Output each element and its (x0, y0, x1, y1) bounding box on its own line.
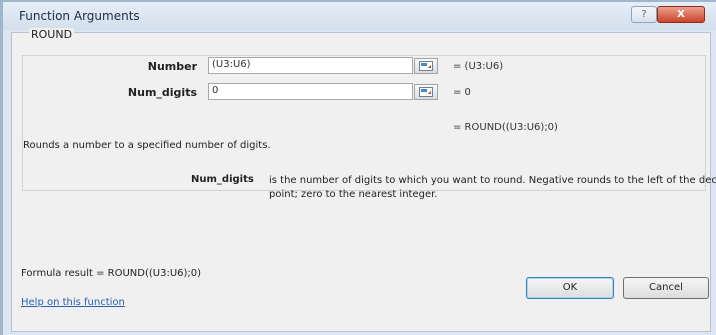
help-icon: ? (641, 9, 647, 20)
overall-result: = ROUND((U3:U6);0) (453, 122, 558, 133)
function-description: Rounds a number to a specified number of… (23, 140, 271, 151)
number-input[interactable]: (U3:U6) (208, 57, 413, 74)
help-button[interactable]: ? (631, 6, 657, 23)
collapse-dialog-icon (419, 61, 433, 71)
ok-button[interactable]: OK (526, 277, 614, 299)
num-digits-label: Num_digits (127, 86, 197, 99)
num-digits-input[interactable]: 0 (208, 83, 413, 100)
title-bar[interactable]: Function Arguments ? X (3, 2, 716, 30)
collapse-dialog-icon (419, 87, 433, 97)
function-arguments-dialog: Function Arguments ? X ROUND Number (U3:… (0, 0, 716, 335)
num-digits-collapse-button[interactable] (414, 84, 438, 100)
help-on-function-link[interactable]: Help on this function (21, 297, 125, 308)
num-digits-result: = 0 (453, 87, 471, 98)
arg-help-text: is the number of digits to which you wan… (269, 175, 716, 200)
function-name: ROUND (29, 28, 75, 41)
arguments-group (22, 55, 706, 191)
formula-result: Formula result = ROUND((U3:U6);0) (21, 268, 202, 279)
number-result: = (U3:U6) (453, 61, 504, 72)
number-collapse-button[interactable] (414, 58, 438, 74)
dialog-title: Function Arguments (19, 9, 140, 23)
number-label: Number (147, 60, 197, 73)
cancel-button[interactable]: Cancel (623, 277, 709, 299)
close-button[interactable]: X (657, 6, 705, 23)
arg-help-name: Num_digits (191, 174, 254, 185)
close-icon: X (677, 9, 685, 20)
